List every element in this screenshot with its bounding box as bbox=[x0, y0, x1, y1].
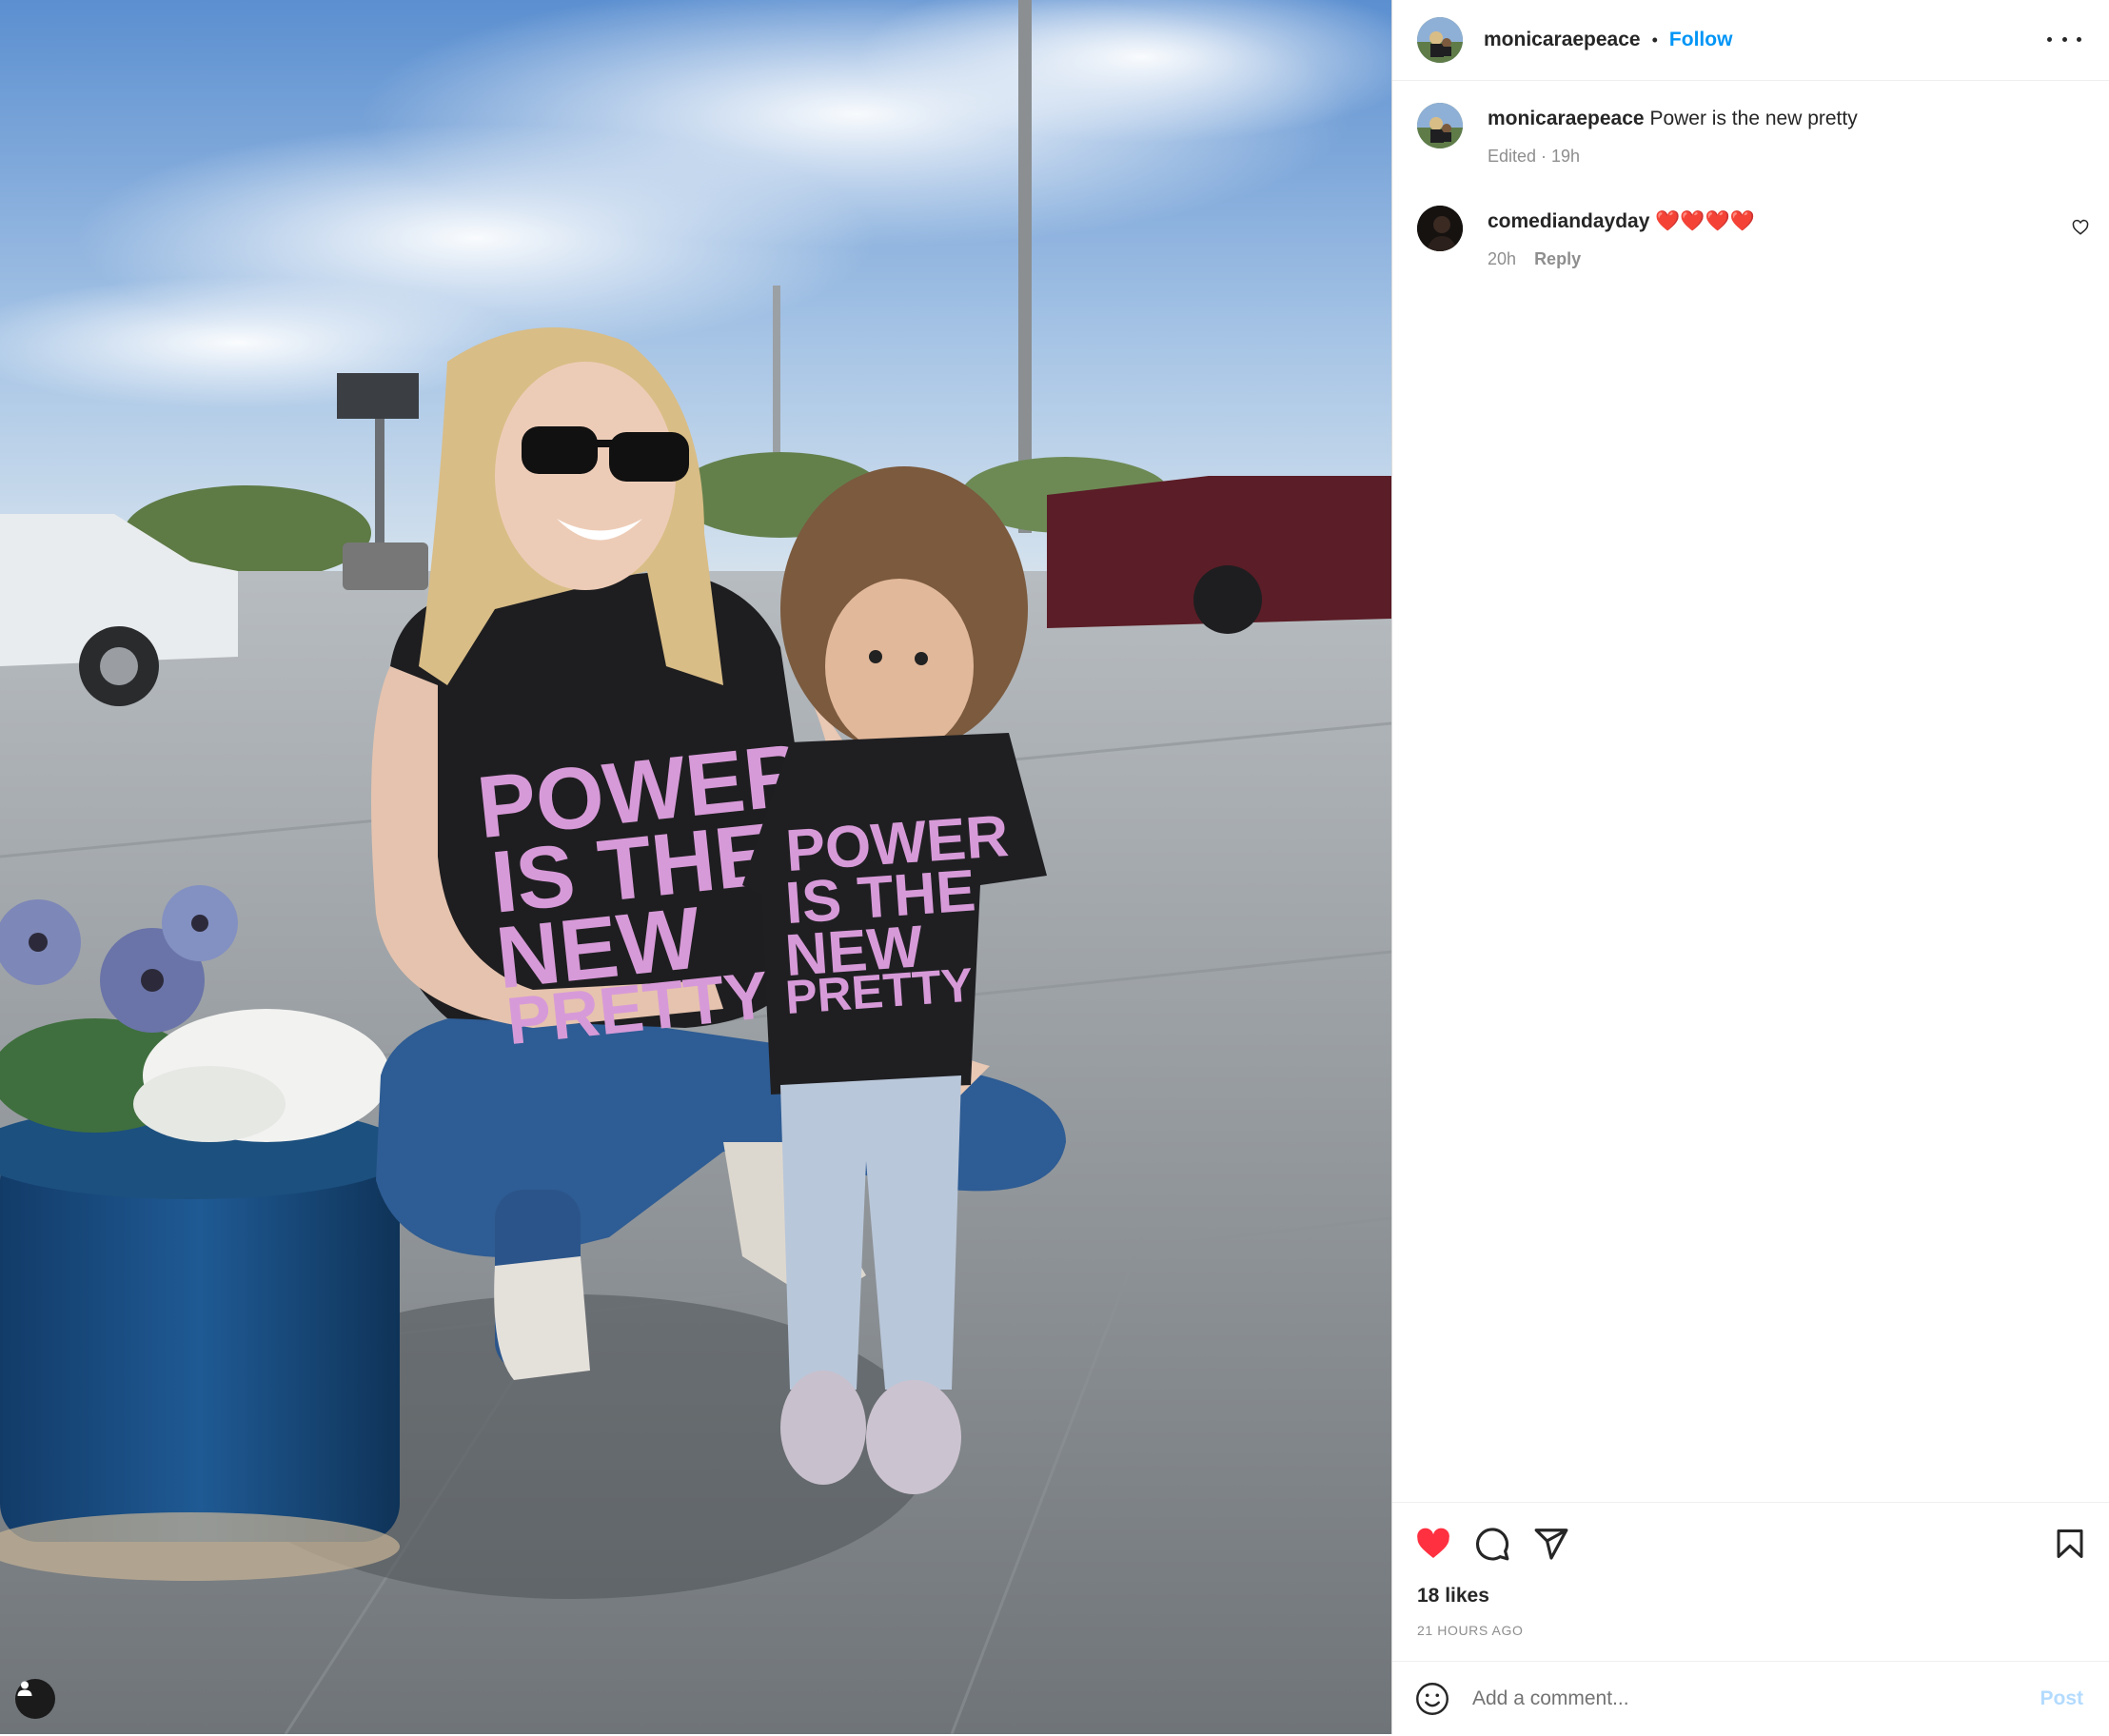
caption-username[interactable]: monicaraepeace bbox=[1488, 108, 1645, 129]
caption-meta: Edited · 19h bbox=[1488, 147, 1581, 166]
reply-button[interactable]: Reply bbox=[1534, 249, 1581, 268]
post-photo[interactable]: POWER IS THE NEW PRETTY POWER IS THE NEW… bbox=[0, 0, 1391, 1734]
person-icon bbox=[17, 1681, 32, 1696]
avatar-image bbox=[1417, 103, 1463, 148]
separator-dot: • bbox=[1651, 30, 1658, 49]
comment-username[interactable]: comediandayday bbox=[1488, 210, 1649, 232]
likes-count[interactable]: 18 likes bbox=[1417, 1585, 1489, 1608]
comment-input[interactable] bbox=[1470, 1687, 2007, 1711]
post-comment-button[interactable]: Post bbox=[2040, 1687, 2083, 1710]
share-icon[interactable] bbox=[1533, 1526, 1569, 1562]
post-timestamp[interactable]: 21 HOURS AGO bbox=[1417, 1623, 1523, 1638]
add-comment-bar: Post bbox=[1392, 1661, 2109, 1736]
post-side-panel: monicaraepeace • Follow monicaraepeace P… bbox=[1391, 0, 2109, 1734]
comment-item: comediandayday ❤️❤️❤️❤️ 20h Reply bbox=[1417, 206, 2083, 269]
commenter-avatar[interactable] bbox=[1417, 206, 1463, 251]
avatar-image bbox=[1417, 17, 1463, 63]
follow-button[interactable]: Follow bbox=[1669, 29, 1733, 51]
post-header: monicaraepeace • Follow bbox=[1392, 0, 2109, 81]
more-options-icon[interactable] bbox=[2047, 27, 2081, 51]
comment-text: ❤️❤️❤️❤️ bbox=[1655, 210, 1755, 232]
author-avatar[interactable] bbox=[1417, 17, 1463, 63]
comment-like-icon[interactable] bbox=[2072, 219, 2089, 241]
caption-text: Power is the new pretty bbox=[1649, 108, 1858, 129]
post-actions: 18 likes 21 HOURS AGO Post bbox=[1392, 1502, 2109, 1735]
emoji-icon[interactable] bbox=[1415, 1682, 1449, 1716]
post-caption: monicaraepeace Power is the new pretty E… bbox=[1417, 103, 2083, 167]
photo-illustration: POWER IS THE NEW PRETTY POWER IS THE NEW… bbox=[0, 0, 1391, 1734]
heart-outline-icon bbox=[2072, 219, 2089, 235]
avatar-image bbox=[1417, 206, 1463, 251]
bookmark-icon[interactable] bbox=[2053, 1526, 2087, 1562]
caption-avatar[interactable] bbox=[1417, 103, 1463, 148]
comment-icon[interactable] bbox=[1474, 1526, 1510, 1562]
comment-time: 20h bbox=[1488, 249, 1517, 268]
like-heart-icon[interactable] bbox=[1415, 1526, 1451, 1562]
tagged-users-button[interactable] bbox=[15, 1679, 55, 1719]
author-username[interactable]: monicaraepeace bbox=[1484, 29, 1641, 51]
